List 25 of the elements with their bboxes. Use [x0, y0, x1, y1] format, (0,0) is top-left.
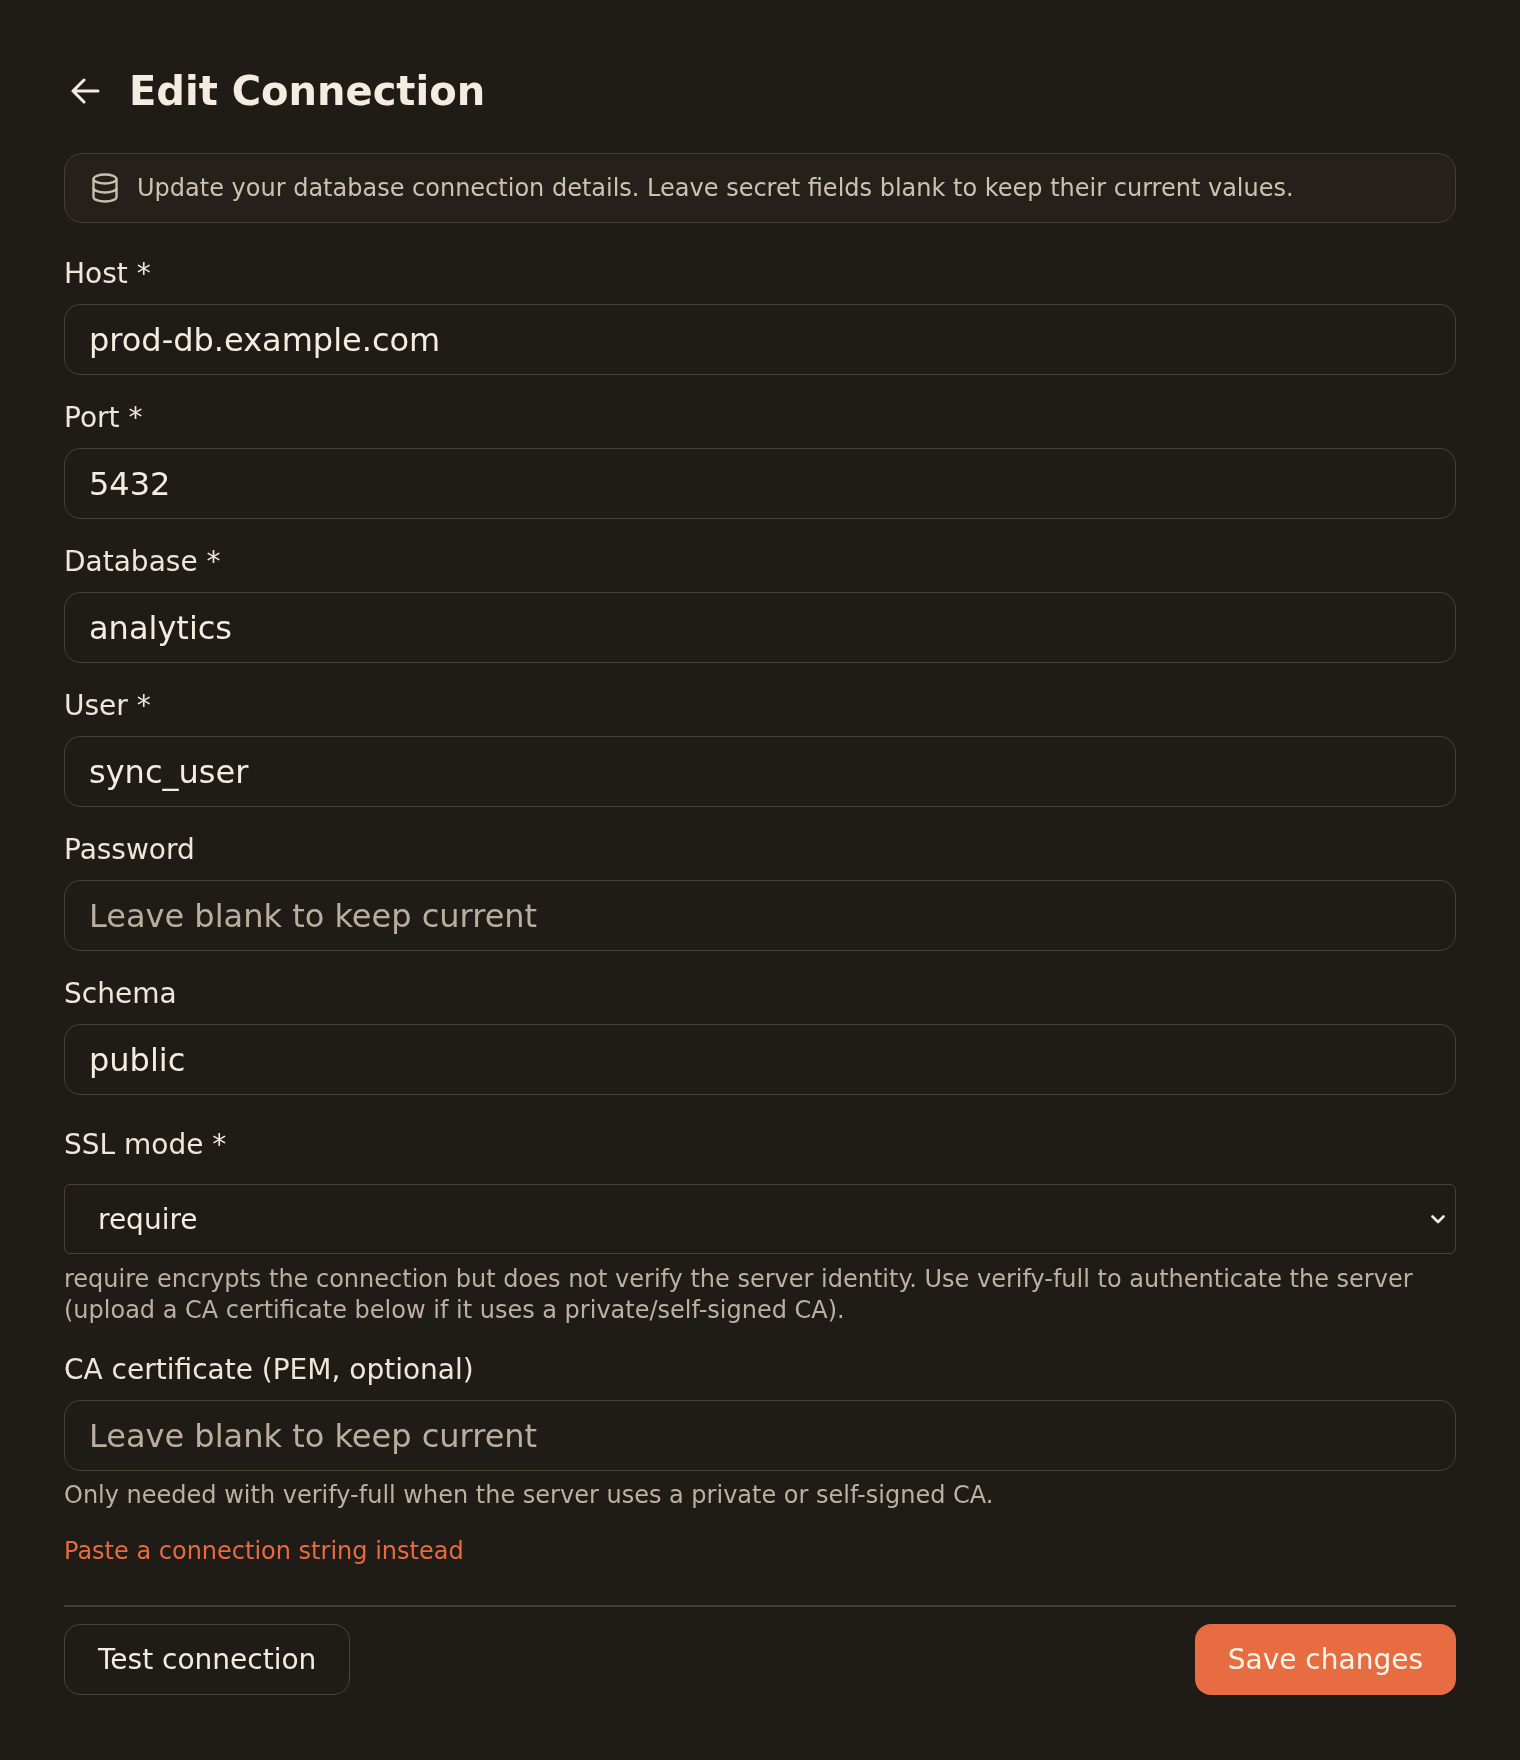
chevron-down-icon: [1431, 1214, 1445, 1224]
text-field[interactable]: public: [64, 1024, 1456, 1095]
help-text: require encrypts the connection but does not verify the server identity. Use verify-full to authenticate the server (upload a CA certificate below if it uses a private/self-signed CA).: [64, 1264, 1414, 1326]
field-label: Host *: [64, 256, 152, 292]
text-field[interactable]: Leave blank to keep current: [64, 880, 1456, 951]
field-label: SSL mode *: [64, 1127, 228, 1163]
field-label: Password: [64, 832, 196, 868]
connection-string-link[interactable]: Paste a connection string instead: [64, 1535, 464, 1567]
info-text: Update your database connection details. Leave secret fields blank to keep their current values.: [137, 173, 1294, 204]
database-icon: [92, 173, 118, 203]
text-field[interactable]: analytics: [64, 592, 1456, 663]
field-label: Port *: [64, 400, 144, 436]
text-field[interactable]: 5432: [64, 448, 1456, 519]
field-label: User *: [64, 688, 152, 724]
text-field[interactable]: Leave blank to keep current: [64, 1400, 1456, 1471]
page-title: Edit Connection: [129, 67, 486, 115]
secondary-button[interactable]: Test connection: [64, 1624, 351, 1695]
text-field[interactable]: sync_user: [64, 736, 1456, 807]
text-field[interactable]: prod-db.example.com: [64, 304, 1456, 375]
back-arrow-icon[interactable]: [70, 78, 100, 104]
help-text: Only needed with verify-full when the server uses a private or self-signed CA.: [64, 1480, 995, 1511]
field-label: Database *: [64, 544, 222, 580]
field-label: Schema: [64, 976, 178, 1012]
dropdown[interactable]: require: [64, 1184, 1456, 1254]
field-label: CA certificate (PEM, optional): [64, 1352, 475, 1388]
